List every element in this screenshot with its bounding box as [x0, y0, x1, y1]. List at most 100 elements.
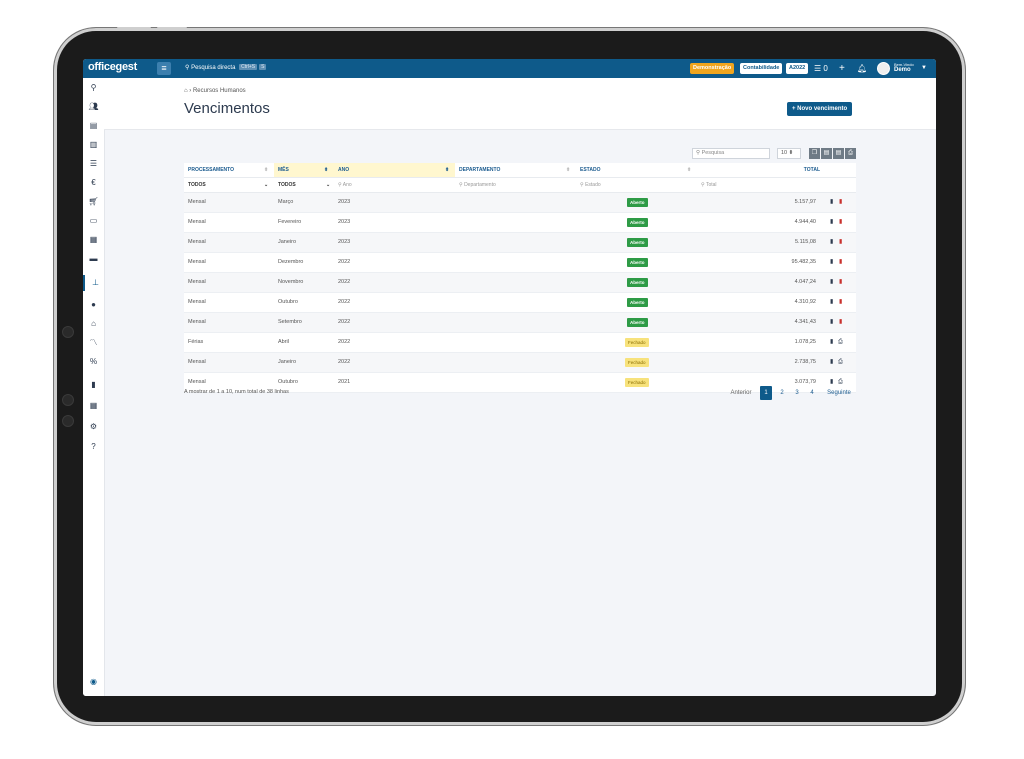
cash-icon[interactable]: ▭: [83, 213, 104, 229]
trash-icon[interactable]: ▮: [839, 193, 842, 212]
pagination-page[interactable]: 4: [806, 386, 818, 400]
document-icon[interactable]: ▮: [830, 253, 833, 272]
document-icon[interactable]: ▮: [83, 377, 104, 393]
app-screen: officegest ≡ ⚲ Pesquisa directa Ctrl+S S …: [83, 59, 936, 696]
support-icon[interactable]: ◉: [83, 674, 104, 690]
bank-icon[interactable]: ⌂: [83, 316, 104, 332]
sort-icon: ⬍: [566, 167, 571, 173]
status-badge: Aberto: [627, 298, 648, 307]
document-icon[interactable]: ▮: [830, 233, 833, 252]
trash-icon[interactable]: ▮: [839, 293, 842, 312]
plus-icon[interactable]: +: [839, 63, 845, 74]
column-header-total[interactable]: TOTAL: [697, 163, 820, 177]
gears-icon[interactable]: ⚙: [83, 419, 104, 435]
table-row[interactable]: Mensal Fevereiro 2023 Aberto 4.944,40 ▮ ▮: [184, 213, 856, 233]
pagination-page[interactable]: 3: [791, 386, 803, 400]
table-row[interactable]: Férias Abril 2022 Fechado 1.078,25 ▮ ⎙: [184, 333, 856, 353]
status-badge: Fechado: [625, 378, 649, 387]
bell-icon[interactable]: 🔔︎: [857, 63, 867, 74]
cell-mes: Janeiro: [278, 239, 297, 245]
help-icon[interactable]: ?: [83, 439, 104, 455]
filter-processamento-select[interactable]: TODOS ⌄: [188, 178, 270, 192]
stock-icon[interactable]: ▥: [83, 137, 104, 153]
document-icon[interactable]: ▮: [830, 353, 833, 372]
chevron-down-icon[interactable]: ▼: [921, 63, 927, 74]
document-icon[interactable]: ▮: [830, 313, 833, 332]
document-icon[interactable]: ▮: [830, 293, 833, 312]
column-header-mes[interactable]: MÊS ⬍: [274, 163, 334, 177]
device-volume-button: [157, 27, 187, 30]
tax-icon[interactable]: %: [83, 354, 104, 370]
quick-search-button[interactable]: ⚲ Pesquisa directa Ctrl+S S: [185, 64, 267, 71]
chart-icon[interactable]: 〽: [83, 335, 104, 351]
trash-icon[interactable]: ▮: [839, 253, 842, 272]
excel-icon[interactable]: ▤: [833, 148, 844, 159]
pagination-page[interactable]: 2: [776, 386, 788, 400]
document-icon[interactable]: ▮: [830, 333, 833, 352]
calculator-icon[interactable]: ▦: [83, 232, 104, 248]
home-icon[interactable]: ⌂: [184, 88, 188, 94]
filter-departamento-input[interactable]: ⚲ Departamento: [459, 178, 569, 192]
table-row[interactable]: Mensal Novembro 2022 Aberto 4.047,24 ▮ ▮: [184, 273, 856, 293]
document-icon[interactable]: ▮: [830, 273, 833, 292]
print-icon[interactable]: ⎙: [845, 148, 856, 159]
list-icon[interactable]: ☰: [83, 156, 104, 172]
table-row[interactable]: Mensal Setembro 2022 Aberto 4.341,43 ▮ ▮: [184, 313, 856, 333]
cell-processamento: Mensal: [188, 279, 206, 285]
clock-icon[interactable]: ●: [83, 297, 104, 313]
breadcrumb-section[interactable]: Recursos Humanos: [193, 88, 246, 94]
truck-icon[interactable]: ▬: [83, 251, 104, 267]
filter-placeholder: Estado: [585, 182, 601, 188]
filter-ano-input[interactable]: ⚲ Ano: [338, 178, 448, 192]
trash-icon[interactable]: ▮: [839, 273, 842, 292]
messages-button[interactable]: ☰ 0: [814, 63, 828, 74]
document-icon[interactable]: ▮: [830, 193, 833, 212]
column-header-ano[interactable]: ANO ⬍: [334, 163, 455, 177]
book-icon[interactable]: ▤: [83, 118, 104, 134]
page-length-select[interactable]: 10 ⬍: [777, 148, 801, 159]
table-row[interactable]: Mensal Dezembro 2022 Aberto 95.482,35 ▮ ▮: [184, 253, 856, 273]
table-icon[interactable]: ▦: [83, 398, 104, 414]
euro-icon[interactable]: €: [83, 175, 104, 191]
filter-value: TODOS: [278, 182, 296, 188]
filter-estado-input[interactable]: ⚲ Estado: [580, 178, 690, 192]
column-label: PROCESSAMENTO: [188, 167, 235, 173]
new-salary-button[interactable]: + Novo vencimento: [787, 102, 853, 116]
users-icon[interactable]: 👥︎: [83, 99, 104, 115]
column-header-estado[interactable]: ESTADO ⬍: [576, 163, 697, 177]
column-header-processamento[interactable]: PROCESSAMENTO ⬍: [184, 163, 274, 177]
csv-icon[interactable]: ▤: [821, 148, 832, 159]
pagination-page[interactable]: 1: [760, 386, 772, 400]
print-icon[interactable]: ⎙: [838, 333, 843, 352]
fiscal-year-selector[interactable]: A2022: [786, 63, 809, 74]
table-search-input[interactable]: ⚲ Pesquisa: [692, 148, 770, 159]
cell-total: 4.944,40: [794, 219, 816, 225]
table-row[interactable]: Mensal Março 2023 Aberto 5.157,97 ▮ ▮: [184, 193, 856, 213]
avatar[interactable]: [877, 62, 890, 75]
table-row[interactable]: Mensal Janeiro 2022 Fechado 2.738,75 ▮ ⎙: [184, 353, 856, 373]
menu-toggle-button[interactable]: ≡: [157, 62, 171, 75]
demo-mode-badge[interactable]: Demonstração: [690, 63, 735, 74]
trash-icon[interactable]: ▮: [839, 233, 842, 252]
print-icon[interactable]: ⎙: [838, 353, 843, 372]
pagination-next[interactable]: Seguinte: [823, 386, 855, 400]
trash-icon[interactable]: ▮: [839, 213, 842, 232]
hierarchy-icon[interactable]: ⊥: [83, 275, 106, 291]
table-row[interactable]: Mensal Outubro 2022 Aberto 4.310,92 ▮ ▮: [184, 293, 856, 313]
column-label: DEPARTAMENTO: [459, 167, 501, 173]
trash-icon[interactable]: ▮: [839, 313, 842, 332]
document-icon[interactable]: ▮: [830, 213, 833, 232]
filter-total-input[interactable]: ⚲ Total: [701, 178, 811, 192]
pagination-prev[interactable]: Anterior: [728, 386, 754, 400]
user-menu[interactable]: Bem-Vindo Demo: [894, 62, 914, 74]
accounting-button[interactable]: Contabilidade: [740, 63, 783, 74]
search-icon[interactable]: ⚲: [83, 80, 104, 96]
filter-mes-select[interactable]: TODOS ⌄: [278, 178, 332, 192]
cart-icon[interactable]: 🛒︎: [83, 194, 104, 210]
column-header-departamento[interactable]: DEPARTAMENTO ⬍: [455, 163, 576, 177]
filter-placeholder: Total: [705, 182, 717, 188]
app-logo: officegest: [88, 61, 137, 73]
copy-icon[interactable]: ❐: [809, 148, 820, 159]
table-header-row: PROCESSAMENTO ⬍ MÊS ⬍ ANO ⬍ DEPARTAMENTO ⬍ E…: [184, 163, 856, 178]
table-row[interactable]: Mensal Janeiro 2023 Aberto 5.115,08 ▮ ▮: [184, 233, 856, 253]
